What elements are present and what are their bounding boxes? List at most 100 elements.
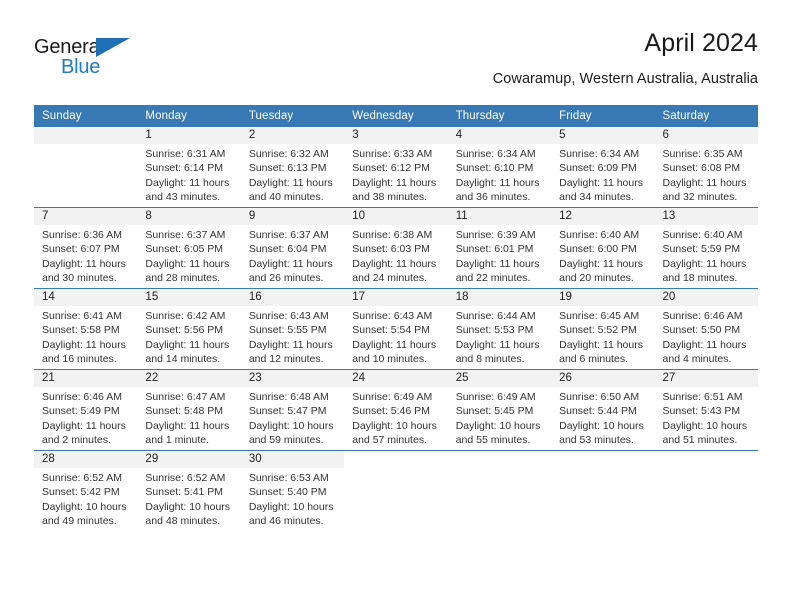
day-number	[655, 451, 758, 468]
calendar-day-cell[interactable]: 11 Sunrise: 6:39 AM Sunset: 6:01 PM Dayligh…	[447, 208, 552, 288]
day-detail-line: Sunset: 5:59 PM	[662, 243, 741, 256]
day-number: 17	[344, 289, 448, 306]
calendar-day-cell[interactable]: 29 Sunrise: 6:52 AM Sunset: 5:41 PM Dayligh…	[137, 451, 241, 531]
day-number	[34, 127, 138, 144]
calendar-day-cell[interactable]: 9 Sunrise: 6:37 AM Sunset: 6:04 PM Daylight…	[240, 208, 345, 288]
day-detail-line: Sunrise: 6:34 AM	[559, 148, 640, 160]
calendar-day-cell[interactable]: 24 Sunrise: 6:49 AM Sunset: 5:46 PM Dayligh…	[344, 370, 448, 450]
day-detail-line: Sunrise: 6:40 AM	[559, 229, 640, 241]
calendar-day-cell[interactable]: 30 Sunrise: 6:53 AM Sunset: 5:40 PM Dayligh…	[240, 451, 345, 531]
day-detail-line: Daylight: 11 hours	[42, 419, 126, 432]
day-number	[344, 451, 447, 468]
calendar-day-cell[interactable]: 17 Sunrise: 6:43 AM Sunset: 5:54 PM Dayligh…	[344, 289, 448, 369]
day-detail-line: Sunrise: 6:48 AM	[248, 391, 329, 403]
calendar-empty-cell	[344, 451, 447, 531]
weekday-header-monday: Monday	[137, 105, 241, 127]
calendar-day-cell[interactable]: 23 Sunrise: 6:48 AM Sunset: 5:47 PM Dayligh…	[240, 370, 345, 450]
calendar-week-row: 1 Sunrise: 6:31 AM Sunset: 6:14 PM Daylight…	[34, 127, 758, 208]
calendar-day-cell[interactable]: 27 Sunrise: 6:51 AM Sunset: 5:43 PM Dayligh…	[654, 370, 758, 450]
calendar-day-cell[interactable]: 22 Sunrise: 6:47 AM Sunset: 5:48 PM Dayligh…	[137, 370, 241, 450]
calendar-day-cell[interactable]: 10 Sunrise: 6:38 AM Sunset: 6:03 PM Dayligh…	[344, 208, 448, 288]
day-number: 6	[654, 127, 758, 144]
day-detail-line: Sunset: 5:53 PM	[455, 324, 534, 337]
day-detail-line: Daylight: 10 hours	[559, 419, 644, 432]
day-detail-line: Sunrise: 6:37 AM	[248, 229, 329, 241]
day-detail-line: and 18 minutes.	[662, 272, 738, 285]
day-detail-line: Daylight: 10 hours	[455, 419, 541, 432]
day-detail-line: Daylight: 11 hours	[352, 176, 437, 189]
day-sun-details: Sunrise: 6:33 AM Sunset: 6:12 PM Daylight:…	[344, 144, 447, 205]
day-detail-line: Sunrise: 6:52 AM	[145, 472, 226, 484]
day-detail-line: and 1 minute.	[145, 434, 210, 447]
day-sun-details: Sunrise: 6:53 AM Sunset: 5:40 PM Daylight:…	[241, 468, 344, 529]
calendar-day-cell[interactable]: 4 Sunrise: 6:34 AM Sunset: 6:10 PM Daylight…	[447, 127, 552, 207]
day-number: 7	[34, 208, 138, 225]
day-detail-line: Sunset: 6:14 PM	[145, 162, 224, 175]
day-sun-details: Sunrise: 6:50 AM Sunset: 5:44 PM Daylight:…	[551, 387, 654, 448]
calendar-day-cell[interactable]: 15 Sunrise: 6:42 AM Sunset: 5:56 PM Dayligh…	[137, 289, 241, 369]
day-detail-line: Sunrise: 6:41 AM	[42, 310, 122, 322]
day-detail-line: and 6 minutes.	[559, 353, 628, 366]
day-detail-line: Sunrise: 6:49 AM	[455, 391, 536, 403]
day-sun-details: Sunrise: 6:52 AM Sunset: 5:42 PM Daylight:…	[34, 468, 137, 529]
day-sun-details: Sunrise: 6:34 AM Sunset: 6:10 PM Daylight:…	[448, 144, 551, 205]
calendar-day-cell[interactable]: 12 Sunrise: 6:40 AM Sunset: 6:00 PM Dayligh…	[551, 208, 655, 288]
calendar-day-cell[interactable]: 25 Sunrise: 6:49 AM Sunset: 5:45 PM Dayligh…	[447, 370, 552, 450]
day-detail-line: Sunset: 5:43 PM	[662, 405, 741, 418]
day-sun-details: Sunrise: 6:42 AM Sunset: 5:56 PM Daylight:…	[137, 306, 240, 367]
day-detail-line: Sunrise: 6:35 AM	[662, 148, 743, 160]
weekday-header-row: Sunday Monday Tuesday Wednesday Thursday Frid…	[34, 105, 758, 127]
calendar-day-cell[interactable]: 1 Sunrise: 6:31 AM Sunset: 6:14 PM Daylight…	[137, 127, 241, 207]
day-detail-line: Sunrise: 6:51 AM	[662, 391, 743, 403]
day-detail-line: and 59 minutes.	[248, 434, 324, 447]
day-number: 19	[551, 289, 655, 306]
day-detail-line: Daylight: 11 hours	[248, 338, 333, 351]
day-detail-line: Daylight: 11 hours	[455, 257, 540, 270]
calendar-day-cell[interactable]: 2 Sunrise: 6:32 AM Sunset: 6:13 PM Daylight…	[240, 127, 345, 207]
calendar-day-cell[interactable]: 14 Sunrise: 6:41 AM Sunset: 5:58 PM Dayligh…	[34, 289, 138, 369]
day-detail-line: and 38 minutes.	[352, 191, 427, 204]
location-subtitle: Cowaramup, Western Australia, Australia	[492, 71, 758, 87]
day-detail-line: Daylight: 11 hours	[559, 176, 643, 189]
weekday-header-saturday: Saturday	[654, 105, 758, 127]
logo-triangle-icon	[96, 38, 130, 57]
calendar-day-cell[interactable]: 13 Sunrise: 6:40 AM Sunset: 5:59 PM Dayligh…	[654, 208, 758, 288]
calendar-day-cell[interactable]: 21 Sunrise: 6:46 AM Sunset: 5:49 PM Dayligh…	[34, 370, 138, 450]
day-number: 27	[654, 370, 758, 387]
day-sun-details: Sunrise: 6:43 AM Sunset: 5:54 PM Daylight:…	[344, 306, 447, 367]
day-number: 21	[34, 370, 138, 387]
day-detail-line: Sunset: 5:49 PM	[42, 405, 120, 418]
day-detail-line: Sunset: 6:00 PM	[559, 243, 637, 256]
calendar-day-cell[interactable]: 5 Sunrise: 6:34 AM Sunset: 6:09 PM Daylight…	[551, 127, 655, 207]
calendar-day-cell[interactable]: 18 Sunrise: 6:44 AM Sunset: 5:53 PM Dayligh…	[447, 289, 552, 369]
calendar-empty-cell	[551, 451, 654, 531]
day-detail-line: and 24 minutes.	[352, 272, 427, 285]
day-detail-line: Sunrise: 6:31 AM	[145, 148, 226, 160]
day-detail-line: Sunrise: 6:52 AM	[42, 472, 122, 484]
day-sun-details: Sunrise: 6:37 AM Sunset: 6:05 PM Daylight:…	[137, 225, 240, 286]
day-detail-line: and 26 minutes.	[248, 272, 324, 285]
calendar-day-cell[interactable]: 20 Sunrise: 6:46 AM Sunset: 5:50 PM Dayligh…	[654, 289, 758, 369]
calendar-day-cell[interactable]: 19 Sunrise: 6:45 AM Sunset: 5:52 PM Dayligh…	[551, 289, 655, 369]
day-detail-line: Daylight: 10 hours	[352, 419, 437, 432]
calendar-day-cell[interactable]: 16 Sunrise: 6:43 AM Sunset: 5:55 PM Dayligh…	[240, 289, 345, 369]
day-detail-line: and 12 minutes.	[248, 353, 324, 366]
calendar-day-cell[interactable]: 3 Sunrise: 6:33 AM Sunset: 6:12 PM Daylight…	[344, 127, 448, 207]
calendar-day-cell[interactable]: 26 Sunrise: 6:50 AM Sunset: 5:44 PM Dayligh…	[551, 370, 655, 450]
calendar-day-cell[interactable]: 6 Sunrise: 6:35 AM Sunset: 6:08 PM Daylight…	[654, 127, 758, 207]
calendar-empty-cell	[655, 451, 758, 531]
calendar-week-row: 28 Sunrise: 6:52 AM Sunset: 5:42 PM Dayligh…	[34, 450, 758, 531]
day-number: 5	[551, 127, 655, 144]
day-detail-line: Sunrise: 6:47 AM	[145, 391, 226, 403]
calendar-day-cell[interactable]: 8 Sunrise: 6:37 AM Sunset: 6:05 PM Daylight…	[137, 208, 241, 288]
day-detail-line: Sunrise: 6:50 AM	[559, 391, 640, 403]
calendar-day-cell[interactable]: 7 Sunrise: 6:36 AM Sunset: 6:07 PM Daylight…	[34, 208, 138, 288]
calendar-day-cell[interactable]: 28 Sunrise: 6:52 AM Sunset: 5:42 PM Dayligh…	[34, 451, 138, 531]
day-detail-line: and 10 minutes.	[352, 353, 427, 366]
weekday-header-sunday: Sunday	[34, 105, 138, 127]
day-detail-line: and 49 minutes.	[42, 515, 117, 528]
day-number: 3	[344, 127, 448, 144]
day-sun-details: Sunrise: 6:32 AM Sunset: 6:13 PM Daylight:…	[241, 144, 344, 205]
day-detail-line: Sunset: 5:42 PM	[42, 486, 120, 499]
weekday-header-thursday: Thursday	[447, 105, 552, 127]
